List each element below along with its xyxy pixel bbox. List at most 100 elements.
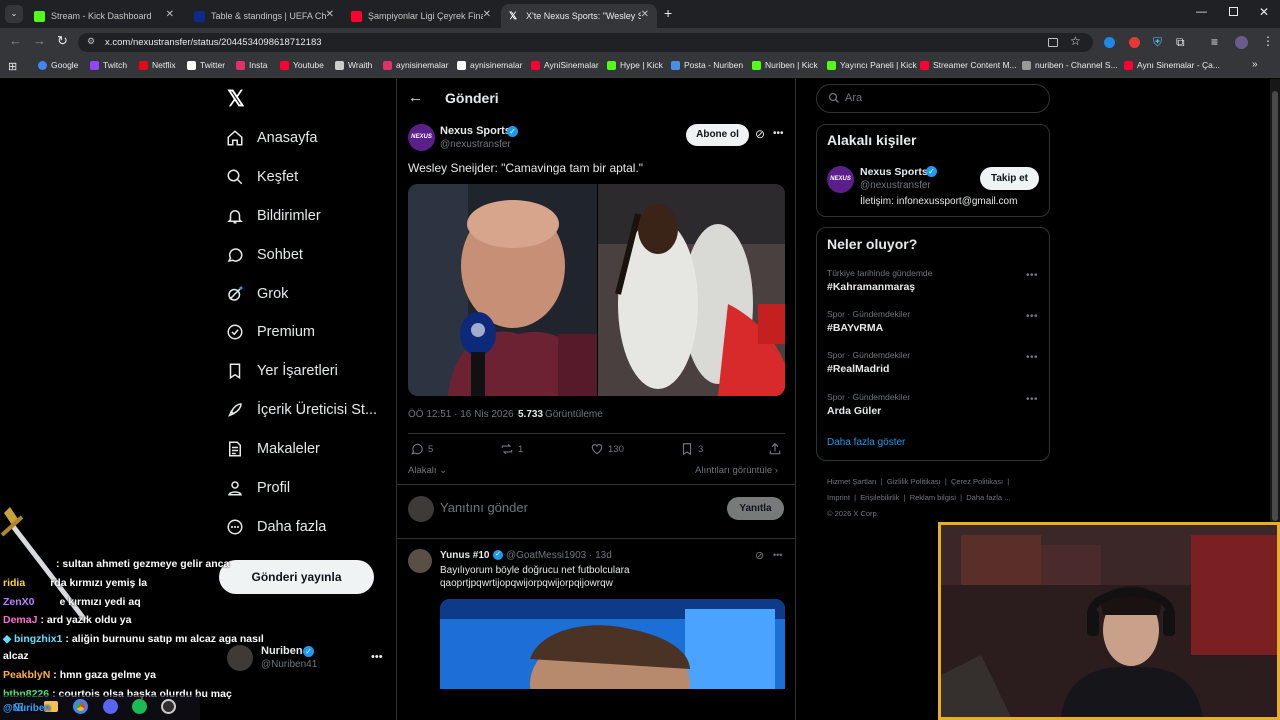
nav-item-premium[interactable]: Premium (226, 320, 315, 344)
chrome-icon[interactable] (73, 699, 88, 714)
bookmark-item[interactable]: Nuriben | Kick (752, 60, 818, 70)
nav-item-explore[interactable]: Keşfet (226, 165, 298, 189)
more-bookmarks-icon[interactable]: » (1252, 59, 1258, 70)
bookmark-item[interactable]: Twitter (187, 60, 225, 70)
shield-icon[interactable]: ⛨ (1153, 35, 1162, 50)
search-box[interactable]: Ara (816, 84, 1050, 113)
reload-icon[interactable]: ↻ (57, 33, 68, 49)
nav-item-creator-studio[interactable]: İçerik Üreticisi St... (226, 398, 377, 422)
browser-tab[interactable]: Table & standings | UEFA Cham ✕ (186, 4, 342, 28)
more-options-icon[interactable]: ••• (773, 550, 782, 560)
bookmark-star-icon[interactable]: ☆ (1070, 34, 1081, 48)
view-quotes-link[interactable]: Alıntıları görüntüle › (695, 465, 778, 476)
trend-item[interactable]: Spor · Gündemdekiler #RealMadrid ••• (827, 350, 1042, 380)
site-info-icon[interactable]: ⚙ (87, 36, 95, 47)
browser-tab[interactable]: Şampiyonlar Ligi Çeyrek Final | ✕ (343, 4, 499, 28)
nav-item-home[interactable]: Anasayfa (226, 126, 317, 150)
show-more-link[interactable]: Daha fazla göster (827, 437, 905, 448)
menu-list-icon[interactable]: ≡ (1211, 35, 1218, 49)
relevant-name[interactable]: Nexus Sports (860, 166, 928, 178)
reply-avatar[interactable] (408, 549, 432, 573)
footer-link[interactable]: Erişilebilirlik (860, 493, 899, 502)
repost-action[interactable]: 1 (500, 442, 523, 456)
footer-link[interactable]: Hizmet Şartları (827, 477, 877, 486)
scrollbar-thumb[interactable] (1272, 91, 1278, 521)
close-tab-icon[interactable]: ✕ (483, 9, 491, 20)
tab-search-button[interactable]: ⌄ (5, 5, 23, 23)
install-icon[interactable] (1048, 38, 1058, 47)
address-bar[interactable]: ⚙ x.com/nexustransfer/status/20445340986… (78, 33, 1093, 52)
bookmark-item[interactable]: aynisinemalar (383, 60, 448, 70)
bookmark-item[interactable]: Youtube (280, 60, 324, 70)
bookmark-item[interactable]: Aynı Sinemalar - Ça... (1124, 60, 1220, 70)
footer-link[interactable]: Imprint (827, 493, 850, 502)
spotify-icon[interactable] (132, 699, 147, 714)
more-options-icon[interactable]: ••• (773, 128, 784, 139)
apps-icon[interactable]: ⊞ (8, 60, 17, 73)
grok-icon[interactable]: ⊘ (755, 127, 765, 141)
browser-menu-icon[interactable]: ⋮ (1262, 34, 1274, 48)
footer-link[interactable]: Daha fazla ... (966, 493, 1010, 502)
bookmark-item[interactable]: AyniSinemalar (531, 60, 599, 70)
follow-button[interactable]: Takip et (980, 167, 1039, 190)
account-menu-icon[interactable]: ••• (371, 651, 383, 663)
trend-item[interactable]: Spor · Gündemdekiler Arda Güler ••• (827, 392, 1042, 422)
nav-item-profile[interactable]: Profil (226, 476, 290, 500)
more-options-icon[interactable]: ••• (1026, 352, 1038, 363)
extension-icon[interactable] (1104, 37, 1115, 48)
bookmark-item[interactable]: Twitch (90, 60, 127, 70)
account-avatar[interactable] (227, 645, 253, 671)
bookmark-item[interactable]: nuriben - Channel S... (1022, 60, 1118, 70)
more-options-icon[interactable]: ••• (1026, 394, 1038, 405)
share-icon[interactable] (768, 442, 782, 461)
footer-link[interactable]: Gizlilik Politikası (887, 477, 941, 486)
trend-item[interactable]: Türkiye tarihinde gündemde #Kahramanmara… (827, 268, 1042, 298)
like-action[interactable]: 130 (590, 442, 624, 456)
post-image-left[interactable] (408, 184, 597, 396)
bookmark-action[interactable]: 3 (680, 442, 703, 456)
nav-item-articles[interactable]: Makaleler (226, 437, 320, 461)
footer-link[interactable]: Çerez Politikası (951, 477, 1003, 486)
bookmark-item[interactable]: Hype | Kick (607, 60, 663, 70)
extension-icon[interactable] (1129, 37, 1140, 48)
close-window-button[interactable]: ✕ (1259, 5, 1269, 19)
browser-tab-active[interactable]: 𝕏 X'te Nexus Sports: "Wesley Snei ✕ (501, 4, 657, 28)
author-avatar[interactable]: NEXUS (408, 124, 435, 151)
nav-item-chat[interactable]: Sohbet (226, 243, 303, 267)
subscribe-button[interactable]: Abone ol (686, 124, 749, 146)
bookmark-item[interactable]: aynisinemalar (457, 60, 522, 70)
sort-dropdown[interactable]: Alakalı ⌄ (408, 465, 447, 476)
reply-input[interactable]: Yanıtını gönder (440, 500, 710, 518)
reply-button[interactable]: Yanıtla (727, 497, 784, 520)
back-icon[interactable]: ← (9, 33, 22, 48)
bookmark-item[interactable]: Yayıncı Paneli | Kick (827, 60, 917, 70)
maximize-button[interactable] (1229, 7, 1238, 16)
footer-link[interactable]: Reklam bilgisi (910, 493, 956, 502)
relevant-avatar[interactable]: NEXUS (827, 166, 854, 193)
post-button[interactable]: Gönderi yayınla (219, 560, 374, 594)
more-options-icon[interactable]: ••• (1026, 270, 1038, 281)
nav-item-grok[interactable]: Grok (226, 282, 288, 306)
reply-action[interactable]: 5 (410, 442, 433, 456)
reply-media[interactable] (440, 599, 785, 689)
profile-avatar[interactable] (1235, 36, 1248, 49)
back-arrow-icon[interactable]: ← (408, 89, 423, 106)
reply-author-name[interactable]: Yunus #10 (440, 550, 489, 561)
bookmark-item[interactable]: Insta (236, 60, 267, 70)
bookmark-item[interactable]: Streamer Content M... (920, 60, 1017, 70)
bookmark-item[interactable]: Google (38, 60, 78, 70)
close-tab-icon[interactable]: ✕ (641, 9, 649, 20)
post-image-right[interactable] (598, 184, 785, 396)
minimize-button[interactable]: — (1196, 6, 1207, 18)
nav-item-more[interactable]: Daha fazla (226, 515, 326, 539)
nav-item-bookmarks[interactable]: Yer İşaretleri (226, 359, 338, 383)
close-tab-icon[interactable]: ✕ (166, 9, 174, 20)
puzzle-icon[interactable]: ⧉ (1176, 35, 1185, 50)
browser-tab[interactable]: Stream - Kick Dashboard ✕ (26, 4, 182, 28)
grok-icon[interactable]: ⊘ (755, 549, 764, 562)
trend-item[interactable]: Spor · Gündemdekiler #BAYvRMA ••• (827, 309, 1042, 339)
bookmark-item[interactable]: Netflix (139, 60, 176, 70)
discord-icon[interactable] (103, 699, 118, 714)
forward-icon[interactable]: → (33, 33, 46, 48)
close-tab-icon[interactable]: ✕ (326, 9, 334, 20)
